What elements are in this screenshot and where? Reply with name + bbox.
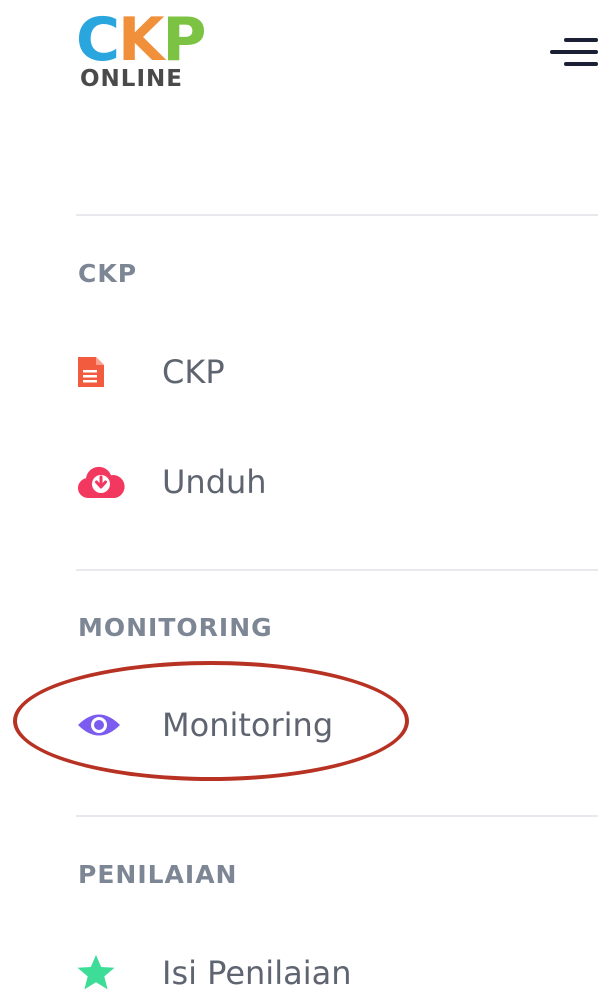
- hamburger-icon[interactable]: [550, 38, 598, 66]
- menu-label-unduh: Unduh: [162, 463, 267, 501]
- star-icon: [76, 953, 128, 991]
- cloud-download-icon: [76, 462, 128, 502]
- section-title-monitoring: MONITORING: [78, 613, 273, 642]
- section-divider: [76, 815, 598, 817]
- menu-item-ckp[interactable]: CKP: [76, 342, 546, 402]
- menu-label-ckp: CKP: [162, 353, 225, 391]
- menu-label-isi-penilaian: Isi Penilaian: [162, 954, 352, 991]
- app-logo[interactable]: CKP ONLINE: [76, 10, 207, 91]
- eye-icon: [76, 705, 128, 745]
- logo-letter-c: C: [76, 5, 120, 75]
- section-divider: [76, 214, 598, 216]
- logo-letter-p: P: [162, 5, 207, 75]
- document-icon: [76, 352, 128, 392]
- logo-wordmark: CKP: [76, 10, 207, 70]
- menu-item-unduh[interactable]: Unduh: [76, 452, 546, 512]
- menu-item-monitoring[interactable]: Monitoring: [76, 695, 546, 755]
- hamburger-line: [564, 38, 598, 42]
- menu-item-isi-penilaian[interactable]: Isi Penilaian: [76, 943, 546, 991]
- hamburger-line: [564, 62, 598, 66]
- section-divider: [76, 569, 598, 571]
- section-title-ckp: CKP: [78, 259, 138, 288]
- menu-label-monitoring: Monitoring: [162, 706, 334, 744]
- section-title-penilaian: PENILAIAN: [78, 860, 238, 889]
- sidebar: CKP ONLINE CKP CKP Unduh MONITORING Moni…: [0, 0, 598, 991]
- hamburger-line: [550, 50, 598, 54]
- logo-letter-k: K: [118, 5, 164, 75]
